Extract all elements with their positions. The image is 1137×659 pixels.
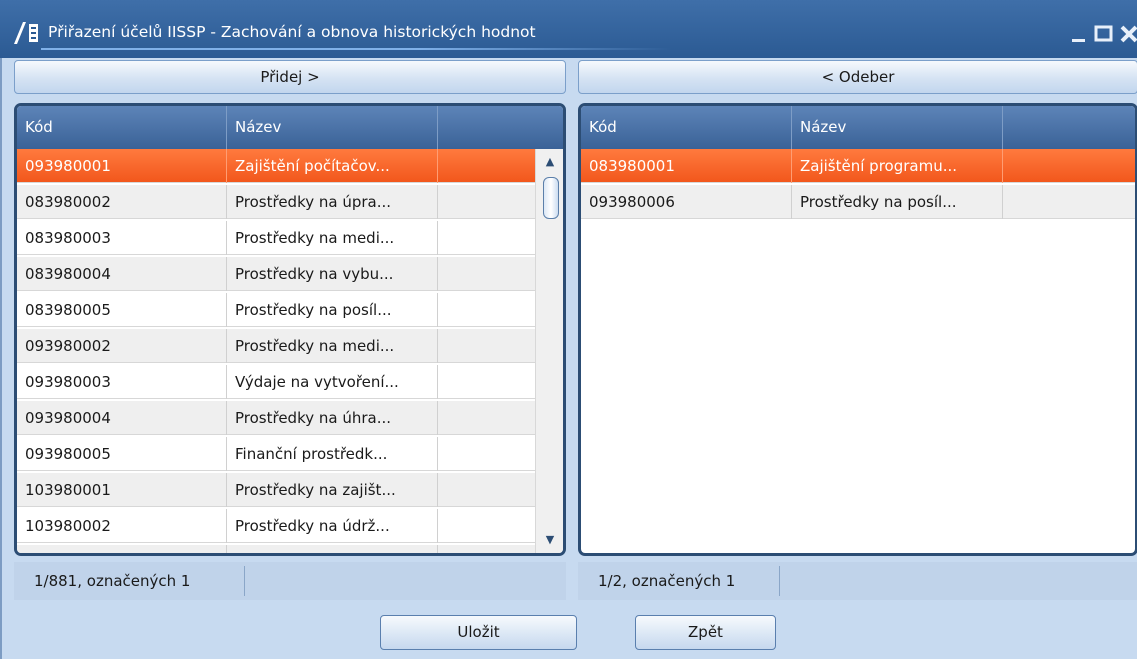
grid-header: Kód Název <box>581 106 1135 149</box>
name-cell: Prostředky na posíl... <box>227 293 438 327</box>
dialog-window: Přiřazení účelů IISSP - Zachování a obno… <box>0 0 1137 659</box>
title-underline <box>41 48 671 50</box>
code-cell: 093980004 <box>17 401 227 435</box>
filler-cell <box>438 365 535 399</box>
save-button[interactable]: Uložit <box>380 615 577 650</box>
scroll-up-icon[interactable]: ▲ <box>536 151 563 173</box>
window-border <box>0 58 2 659</box>
add-button[interactable]: Přidej > <box>14 60 566 94</box>
filler-cell <box>438 221 535 255</box>
right-status-text: 1/2, označených 1 <box>598 572 736 590</box>
table-row[interactable]: 093980006 Prostředky na posíl... <box>581 185 1135 219</box>
code-cell: 103980001 <box>17 473 227 507</box>
table-row[interactable]: 083980004 Prostředky na vybu... <box>17 257 535 291</box>
scroll-down-icon[interactable]: ▼ <box>536 529 563 551</box>
name-cell: Prostředky na medi... <box>227 221 438 255</box>
maximize-icon[interactable] <box>1091 23 1117 45</box>
name-cell: Prostředky na medi... <box>227 329 438 363</box>
status-divider <box>779 566 780 596</box>
filler-cell <box>438 509 535 543</box>
close-icon[interactable] <box>1117 23 1137 45</box>
name-cell: Prostředky na vybu... <box>227 545 438 553</box>
code-cell: 083980003 <box>17 221 227 255</box>
name-cell: Prostředky na úhra... <box>227 401 438 435</box>
name-cell: Výdaje na vytvoření... <box>227 365 438 399</box>
grid-rows: 093980001 Zajištění počítačov... 083980002… <box>17 149 563 553</box>
code-cell: 093980005 <box>17 437 227 471</box>
filler-cell <box>438 545 535 553</box>
code-cell: 083980004 <box>17 257 227 291</box>
minimize-icon[interactable] <box>1066 23 1092 45</box>
name-cell: Zajištění počítačov... <box>227 149 438 183</box>
filler-cell <box>438 257 535 291</box>
column-header-code[interactable]: Kód <box>581 106 792 149</box>
code-cell: 093980003 <box>17 365 227 399</box>
left-status-text: 1/881, označených 1 <box>34 572 191 590</box>
name-cell: Prostředky na úpra... <box>227 185 438 219</box>
table-row[interactable]: 103980001 Prostředky na zajišt... <box>17 473 535 507</box>
table-row[interactable]: 093980003 Výdaje na vytvoření... <box>17 365 535 399</box>
right-status-bar: 1/2, označených 1 <box>578 562 1137 600</box>
table-row[interactable]: 083980003 Prostředky na medi... <box>17 221 535 255</box>
column-header-code[interactable]: Kód <box>17 106 227 149</box>
code-cell: 083980005 <box>17 293 227 327</box>
code-cell: 093980006 <box>581 185 792 219</box>
filler-cell <box>1003 185 1135 219</box>
table-row[interactable]: 093980002 Prostředky na medi... <box>17 329 535 363</box>
column-header-filler <box>1003 106 1135 149</box>
table-row[interactable]: 103980002 Prostředky na údrž... <box>17 509 535 543</box>
title-bar[interactable]: Přiřazení účelů IISSP - Zachování a obno… <box>0 0 1137 58</box>
filler-cell <box>438 437 535 471</box>
table-row[interactable]: 103980003Prostředky na vybu... <box>17 545 535 553</box>
name-cell: Zajištění programu... <box>792 149 1003 183</box>
remove-button[interactable]: < Odeber <box>578 60 1137 94</box>
status-divider <box>244 566 245 596</box>
code-cell: 103980002 <box>17 509 227 543</box>
table-row[interactable]: 083980001 Zajištění programu... <box>581 149 1135 183</box>
name-cell: Prostředky na zajišt... <box>227 473 438 507</box>
grid-header: Kód Název <box>17 106 563 149</box>
table-row[interactable]: 093980004 Prostředky na úhra... <box>17 401 535 435</box>
filler-cell <box>438 401 535 435</box>
column-header-filler <box>438 106 563 149</box>
table-row[interactable]: 093980005 Finanční prostředk... <box>17 437 535 471</box>
available-purposes-grid[interactable]: Kód Název 093980001 Zajištění počítačov..… <box>14 103 566 556</box>
window-title: Přiřazení účelů IISSP - Zachování a obno… <box>48 23 536 41</box>
filler-cell <box>438 473 535 507</box>
column-header-name[interactable]: Název <box>227 106 438 149</box>
column-header-name[interactable]: Název <box>792 106 1003 149</box>
filler-cell <box>438 293 535 327</box>
name-cell: Prostředky na posíl... <box>792 185 1003 219</box>
vertical-scrollbar[interactable]: ▲ ▼ <box>535 149 563 553</box>
name-cell: Prostředky na vybu... <box>227 257 438 291</box>
filler-cell <box>438 329 535 363</box>
filler-cell <box>438 149 535 183</box>
table-row[interactable]: 093980001 Zajištění počítačov... <box>17 149 535 183</box>
grid-rows: 083980001 Zajištění programu... 093980006 P… <box>581 149 1135 553</box>
app-icon <box>14 22 38 44</box>
table-row[interactable]: 083980002 Prostředky na úpra... <box>17 185 535 219</box>
left-status-bar: 1/881, označených 1 <box>14 562 566 600</box>
code-cell: 093980002 <box>17 329 227 363</box>
assigned-purposes-grid[interactable]: Kód Název 083980001 Zajištění programu...… <box>578 103 1137 556</box>
code-cell: 083980002 <box>17 185 227 219</box>
scroll-thumb[interactable] <box>543 177 559 219</box>
code-cell: 093980001 <box>17 149 227 183</box>
filler-cell <box>438 185 535 219</box>
back-button[interactable]: Zpět <box>635 615 776 650</box>
code-cell: 083980001 <box>581 149 792 183</box>
table-row[interactable]: 083980005 Prostředky na posíl... <box>17 293 535 327</box>
name-cell: Finanční prostředk... <box>227 437 438 471</box>
code-cell: 103980003 <box>17 545 227 553</box>
name-cell: Prostředky na údrž... <box>227 509 438 543</box>
filler-cell <box>1003 149 1135 183</box>
